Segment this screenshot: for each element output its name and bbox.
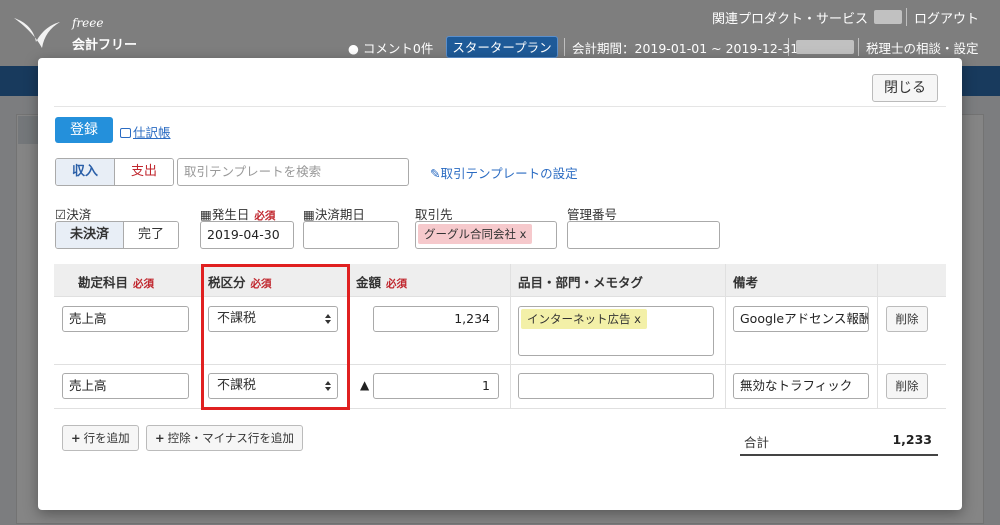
template-settings-link[interactable]: ✎取引テンプレートの設定 xyxy=(430,163,578,182)
settled-option[interactable]: 完了 xyxy=(123,222,179,248)
plus-icon: + xyxy=(71,431,81,445)
calendar-icon: ▦ xyxy=(303,207,315,222)
header-divider xyxy=(906,8,907,26)
total-label: 合計 xyxy=(744,435,770,450)
memo-tag-remove[interactable]: x xyxy=(634,312,641,326)
journal-link-label: 仕訳帳 xyxy=(133,125,171,140)
template-search-input[interactable]: 取引テンプレートを検索 xyxy=(177,158,409,186)
add-row-button[interactable]: + 行を追加 xyxy=(62,425,139,451)
header-divider xyxy=(788,38,789,56)
total-value: 1,233 xyxy=(892,432,932,447)
account-input[interactable]: 売上高 xyxy=(62,306,189,332)
partner-tag-label: グーグル合同会社 xyxy=(424,227,516,241)
income-expense-toggle: 収入 支出 xyxy=(55,158,175,186)
settlement-label-text: 決済 xyxy=(66,207,92,222)
comments-label: コメント0件 xyxy=(362,41,434,56)
bird-logo-icon xyxy=(14,18,60,48)
add-deduction-row-label: 控除・マイナス行を追加 xyxy=(167,431,294,445)
logo-wordmark: freee xyxy=(72,16,104,30)
modal-divider xyxy=(54,106,946,107)
required-badge: 必須 xyxy=(386,278,408,290)
note-input[interactable]: 無効なトラフィック xyxy=(733,373,869,399)
external-link-icon xyxy=(120,128,131,138)
edit-icon: ✎ xyxy=(430,166,441,181)
blurred-company-name xyxy=(796,40,854,54)
delete-row-button[interactable]: 削除 xyxy=(886,373,928,399)
accounting-period[interactable]: 会計期間：2019-01-01 ~ 2019-12-31 xyxy=(572,38,798,57)
header-divider xyxy=(564,38,565,56)
issue-date-input[interactable]: 2019-04-30 xyxy=(200,221,294,249)
row-divider xyxy=(54,296,946,297)
amount-input[interactable]: 1 xyxy=(373,373,499,399)
amount-input[interactable]: 1,234 xyxy=(373,306,499,332)
account-header-label: 勘定科目 xyxy=(78,275,129,290)
total-underline xyxy=(740,454,938,456)
settlement-toggle: 未決済 完了 xyxy=(55,221,180,249)
due-date-input[interactable] xyxy=(303,221,399,249)
account-header: 勘定科目 必須 xyxy=(78,272,154,291)
add-row-label: 行を追加 xyxy=(83,431,130,445)
item-header: 品目・部門・メモタグ xyxy=(518,275,644,290)
amount-header-label: 金額 xyxy=(356,275,382,290)
template-settings-label: 取引テンプレートの設定 xyxy=(440,166,578,181)
tax-column-highlight xyxy=(201,264,350,410)
management-no-input[interactable] xyxy=(567,221,720,249)
note-header: 備考 xyxy=(733,275,759,290)
column-divider xyxy=(877,264,878,408)
column-divider xyxy=(725,264,726,408)
delete-row-button[interactable]: 削除 xyxy=(886,306,928,332)
close-button[interactable]: 閉じる xyxy=(872,74,938,102)
memo-tag-input[interactable] xyxy=(518,373,714,399)
calendar-icon: ▦ xyxy=(200,207,212,222)
deduction-triangle-icon[interactable]: ▲ xyxy=(360,378,369,392)
checkbox-icon: ☑ xyxy=(55,207,67,222)
issue-date-label-text: 発生日 xyxy=(211,207,250,222)
plus-icon: + xyxy=(155,431,165,445)
freee-logo[interactable]: freee 会計フリー xyxy=(12,12,142,56)
column-divider xyxy=(510,264,511,408)
product-name: 会計フリー xyxy=(72,38,138,53)
memo-tag[interactable]: インターネット広告 x xyxy=(521,309,647,329)
tax-advisor-link[interactable]: 税理士の相談・設定 xyxy=(866,38,979,57)
memo-tag-label: インターネット広告 xyxy=(527,312,631,326)
partner-tag-remove[interactable]: x xyxy=(520,227,527,241)
due-date-label-text: 決済期日 xyxy=(314,207,365,222)
header-divider xyxy=(858,38,859,56)
partner-tag[interactable]: グーグル合同会社 x xyxy=(418,224,533,244)
blurred-user-name xyxy=(874,10,902,24)
row-divider xyxy=(54,408,946,409)
note-input[interactable]: Googleアドセンス報酬 2 xyxy=(733,306,869,332)
table-header xyxy=(54,264,946,296)
unsettled-option[interactable]: 未決済 xyxy=(56,222,124,248)
plan-badge[interactable]: スタータープラン xyxy=(446,36,558,58)
account-input[interactable]: 売上高 xyxy=(62,373,189,399)
related-products-link[interactable]: 関連プロダクト・サービス xyxy=(712,8,868,27)
register-button[interactable]: 登録 xyxy=(55,117,113,143)
income-option[interactable]: 収入 xyxy=(56,159,115,185)
logout-link[interactable]: ログアウト xyxy=(914,8,979,27)
journal-link[interactable]: 仕訳帳 xyxy=(120,122,171,141)
comments-link[interactable]: ● コメント0件 xyxy=(348,38,433,57)
amount-header: 金額 必須 xyxy=(356,272,407,291)
comment-bubble-icon: ● xyxy=(348,41,359,56)
required-badge: 必須 xyxy=(133,278,155,290)
add-deduction-row-button[interactable]: + 控除・マイナス行を追加 xyxy=(146,425,303,451)
transaction-modal: 閉じる 登録 仕訳帳 収入 支出 取引テンプレートを検索 ✎取引テンプレートの設… xyxy=(38,58,962,510)
row-divider xyxy=(54,364,946,365)
expense-option[interactable]: 支出 xyxy=(114,159,174,185)
